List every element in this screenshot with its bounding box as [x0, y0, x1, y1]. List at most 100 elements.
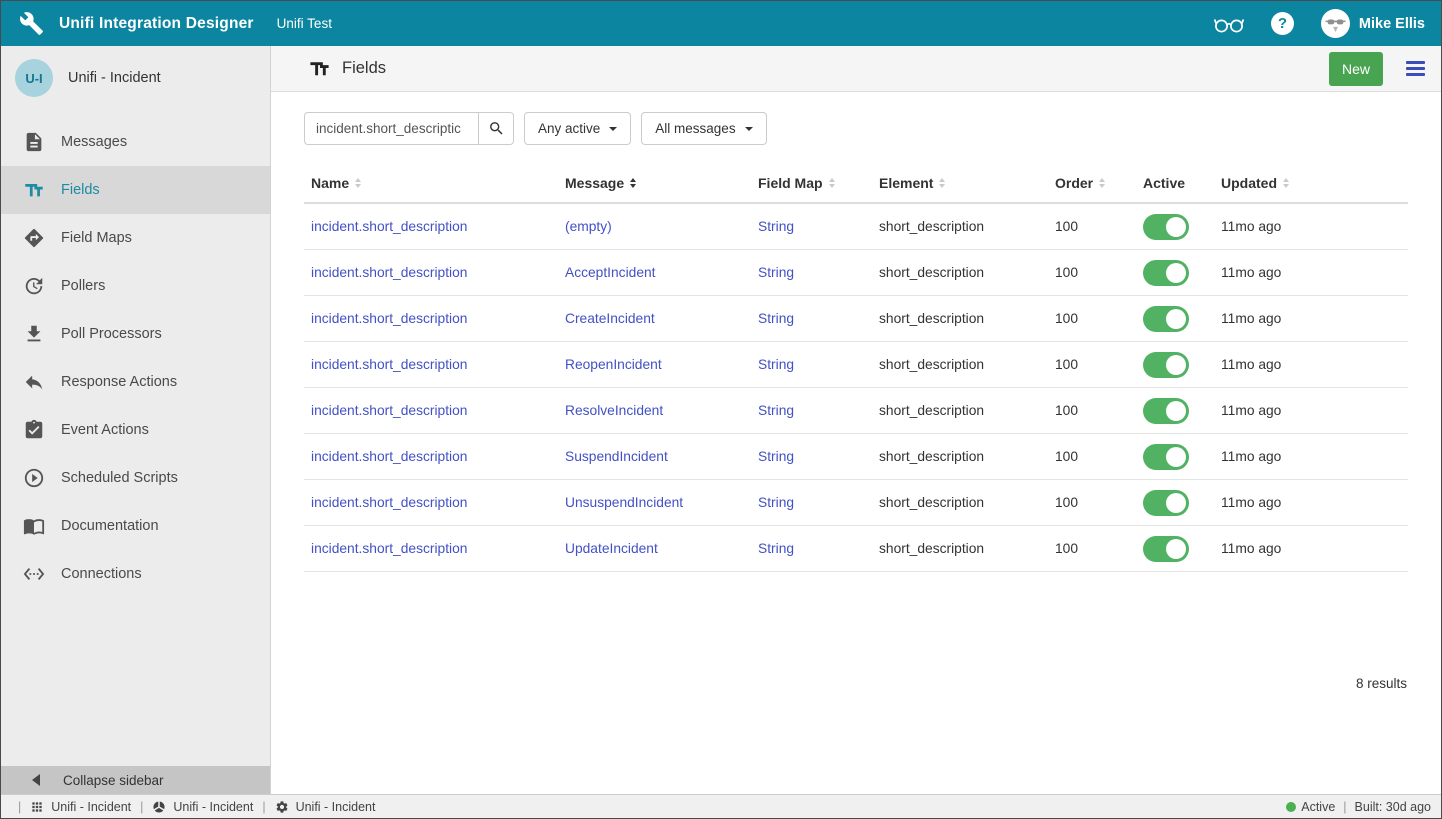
new-button[interactable]: New — [1329, 52, 1383, 86]
message-link[interactable]: (empty) — [565, 219, 612, 234]
integration-header: U-I Unifi - Incident — [1, 46, 270, 97]
field-map-link[interactable]: String — [758, 357, 794, 372]
directions-icon — [23, 227, 45, 249]
fields-table: Name Message Field Map Element O — [304, 163, 1408, 691]
field-map-link[interactable]: String — [758, 541, 794, 556]
table-row: incident.short_description UnsuspendInci… — [304, 480, 1408, 526]
table-body: incident.short_description (empty) Strin… — [304, 204, 1408, 572]
column-header-element[interactable]: Element — [872, 175, 1048, 191]
messages-filter-dropdown[interactable]: All messages — [641, 112, 766, 145]
help-icon[interactable]: ? — [1271, 12, 1294, 35]
chevron-down-icon — [745, 127, 753, 131]
toggle-knob — [1166, 263, 1186, 283]
active-toggle[interactable] — [1143, 352, 1189, 378]
statusbar-app-item[interactable]: Unifi - Incident — [9, 800, 131, 814]
field-name-link[interactable]: incident.short_description — [311, 495, 467, 510]
search-icon — [488, 120, 505, 137]
sidebar-item-connections[interactable]: Connections — [1, 550, 270, 598]
active-toggle[interactable] — [1143, 398, 1189, 424]
field-name-link[interactable]: incident.short_description — [311, 265, 467, 280]
message-link[interactable]: UpdateIncident — [565, 541, 658, 556]
message-link[interactable]: ResolveIncident — [565, 403, 663, 418]
active-toggle[interactable] — [1143, 260, 1189, 286]
sidebar-nav: Messages Fields Field Maps Pollers Poll … — [1, 118, 270, 598]
sidebar-item-response-actions[interactable]: Response Actions — [1, 358, 270, 406]
table-row: incident.short_description UpdateInciden… — [304, 526, 1408, 572]
order-value: 100 — [1048, 449, 1136, 464]
column-header-active[interactable]: Active — [1136, 175, 1214, 191]
message-link[interactable]: CreateIncident — [565, 311, 655, 326]
field-name-link[interactable]: incident.short_description — [311, 357, 467, 372]
sidebar-item-fields[interactable]: Fields — [1, 166, 270, 214]
active-toggle[interactable] — [1143, 444, 1189, 470]
field-name-link[interactable]: incident.short_description — [311, 449, 467, 464]
statusbar-app-item[interactable]: Unifi - Incident — [253, 800, 375, 814]
search-input[interactable] — [304, 112, 478, 145]
field-map-link[interactable]: String — [758, 311, 794, 326]
avatar[interactable] — [1321, 9, 1350, 38]
field-map-link[interactable]: String — [758, 265, 794, 280]
integration-name: Unifi - Incident — [68, 70, 161, 86]
field-name-link[interactable]: incident.short_description — [311, 311, 467, 326]
message-link[interactable]: SuspendIncident — [565, 449, 668, 464]
table-row: incident.short_description ReopenInciden… — [304, 342, 1408, 388]
message-link[interactable]: ReopenIncident — [565, 357, 662, 372]
sidebar-item-messages[interactable]: Messages — [1, 118, 270, 166]
active-toggle[interactable] — [1143, 536, 1189, 562]
apps-icon — [30, 800, 44, 814]
toggle-knob — [1166, 401, 1186, 421]
updated-value: 11mo ago — [1214, 311, 1408, 326]
field-name-link[interactable]: incident.short_description — [311, 403, 467, 418]
sidebar: U-I Unifi - Incident Messages Fields Fie… — [1, 46, 271, 794]
field-map-link[interactable]: String — [758, 449, 794, 464]
field-map-link[interactable]: String — [758, 219, 794, 234]
active-toggle[interactable] — [1143, 214, 1189, 240]
hamburger-menu-icon[interactable] — [1404, 57, 1427, 80]
field-name-link[interactable]: incident.short_description — [311, 541, 467, 556]
message-link[interactable]: UnsuspendIncident — [565, 495, 683, 510]
collapse-label: Collapse sidebar — [63, 773, 164, 788]
download-icon — [23, 323, 45, 345]
element-value: short_description — [872, 265, 1048, 280]
message-link[interactable]: AcceptIncident — [565, 265, 656, 280]
sidebar-item-pollers[interactable]: Pollers — [1, 262, 270, 310]
sidebar-item-field-maps[interactable]: Field Maps — [1, 214, 270, 262]
order-value: 100 — [1048, 265, 1136, 280]
app-window: Unifi Integration Designer Unifi Test ? … — [0, 0, 1442, 819]
main-panel: Fields New Any active All messages — [271, 46, 1441, 794]
toggle-knob — [1166, 355, 1186, 375]
active-filter-dropdown[interactable]: Any active — [524, 112, 631, 145]
wrench-icon — [19, 11, 44, 36]
column-header-updated[interactable]: Updated — [1214, 175, 1408, 191]
toggle-knob — [1166, 309, 1186, 329]
text-fields-icon — [308, 57, 331, 80]
field-map-link[interactable]: String — [758, 403, 794, 418]
active-toggle[interactable] — [1143, 306, 1189, 332]
collapse-sidebar-button[interactable]: Collapse sidebar — [1, 766, 270, 794]
sidebar-item-poll-processors[interactable]: Poll Processors — [1, 310, 270, 358]
field-map-link[interactable]: String — [758, 495, 794, 510]
column-header-field-map[interactable]: Field Map — [751, 175, 872, 191]
page-header: Fields New — [271, 46, 1441, 92]
glasses-icon[interactable] — [1211, 11, 1247, 37]
statusbar-app-item[interactable]: Unifi - Incident — [131, 800, 253, 814]
table-row: incident.short_description AcceptInciden… — [304, 250, 1408, 296]
sort-icon — [829, 178, 835, 188]
element-value: short_description — [872, 449, 1048, 464]
textfields-icon — [23, 179, 45, 201]
column-header-name[interactable]: Name — [304, 175, 558, 191]
element-value: short_description — [872, 403, 1048, 418]
element-value: short_description — [872, 219, 1048, 234]
table-row: incident.short_description ResolveIncide… — [304, 388, 1408, 434]
field-name-link[interactable]: incident.short_description — [311, 219, 467, 234]
filter-bar: Any active All messages — [304, 112, 1408, 145]
sidebar-item-event-actions[interactable]: Event Actions — [1, 406, 270, 454]
user-name[interactable]: Mike Ellis — [1359, 16, 1425, 32]
search-button[interactable] — [478, 112, 514, 145]
integration-avatar: U-I — [15, 59, 53, 97]
column-header-order[interactable]: Order — [1048, 175, 1136, 191]
sidebar-item-scheduled-scripts[interactable]: Scheduled Scripts — [1, 454, 270, 502]
column-header-message[interactable]: Message — [558, 175, 751, 191]
sidebar-item-documentation[interactable]: Documentation — [1, 502, 270, 550]
active-toggle[interactable] — [1143, 490, 1189, 516]
